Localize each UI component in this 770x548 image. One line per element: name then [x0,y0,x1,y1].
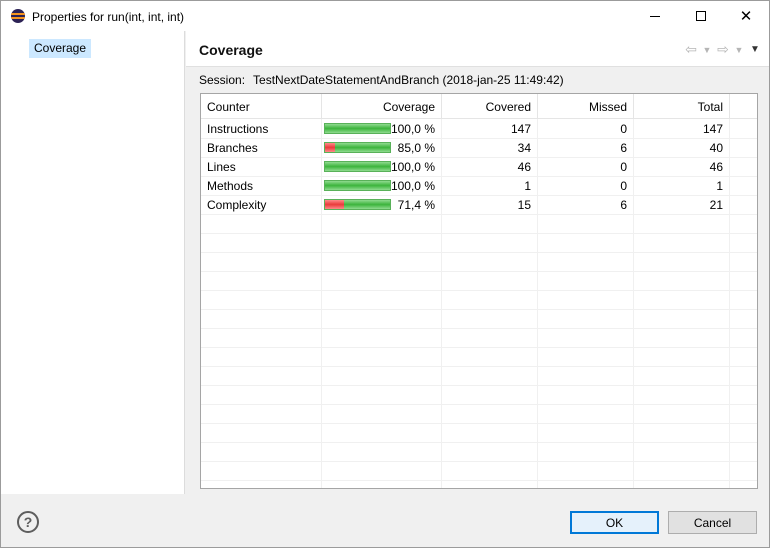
counter-cell: Instructions [207,122,269,136]
total-cell: 40 [709,141,723,155]
session-label: Session: [199,73,246,87]
header-separator [729,94,730,119]
covered-cell: 46 [517,160,531,174]
page-navigation: ⇦ ▼ ⇨ ▼ ▼ [683,41,763,58]
session-value: TestNextDateStatementAndBranch (2018-jan… [253,73,564,87]
coverage-bar [324,123,391,134]
coverage-bar [324,180,391,191]
eclipse-icon [11,9,25,23]
header-missed[interactable]: Missed [589,100,627,114]
coverage-bar [324,161,391,172]
close-button[interactable]: ✕ [723,1,769,31]
header-separator [321,94,322,119]
row-divider [201,480,757,481]
header-separator [441,94,442,119]
back-arrow-icon[interactable]: ⇦ [683,41,699,58]
table-row[interactable]: Branches 85,0 % 34 6 40 [201,139,757,158]
counter-cell: Lines [207,160,236,174]
coverage-bar-missed [325,200,344,209]
table-row[interactable]: Instructions 100,0 % 147 0 147 [201,120,757,139]
window-title: Properties for run(int, int, int) [32,10,185,24]
help-button[interactable]: ? [17,511,39,533]
properties-dialog: Properties for run(int, int, int) ✕ Cove… [0,0,770,548]
row-divider [201,328,757,329]
header-separator [633,94,634,119]
header-covered[interactable]: Covered [486,100,531,114]
maximize-button[interactable] [678,1,724,31]
coverage-table[interactable]: Counter Coverage Covered Missed Total In… [200,93,758,489]
table-row[interactable]: Methods 100,0 % 1 0 1 [201,177,757,196]
row-divider [201,385,757,386]
covered-cell: 34 [517,141,531,155]
covered-cell: 1 [524,179,531,193]
tree-item-coverage[interactable]: Coverage [29,39,92,58]
coverage-cell: 100,0 % [390,122,435,136]
counter-cell: Methods [207,179,254,193]
table-row[interactable]: Complexity 71,4 % 15 6 21 [201,196,757,215]
coverage-page: Coverage ⇦ ▼ ⇨ ▼ ▼ Session: TestNextDateS… [186,31,769,494]
counter-cell: Branches [207,141,258,155]
cancel-button[interactable]: Cancel [668,511,757,534]
header-separator [537,94,538,119]
back-dropdown-icon[interactable]: ▼ [701,45,713,55]
page-title: Coverage [199,42,263,58]
missed-cell: 0 [620,160,627,174]
row-divider [201,366,757,367]
row-divider [201,347,757,348]
coverage-cell: 85,0 % [397,141,435,155]
covered-cell: 147 [510,122,531,136]
properties-tree: Coverage [1,31,185,494]
counter-cell: Complexity [207,198,267,212]
missed-cell: 6 [620,141,627,155]
page-header: Coverage ⇦ ▼ ⇨ ▼ ▼ [186,31,769,67]
maximize-icon [696,11,706,21]
row-divider [201,461,757,462]
row-divider [201,442,757,443]
coverage-bar-missed [325,143,335,152]
table-row[interactable]: Lines 100,0 % 46 0 46 [201,158,757,177]
row-divider [201,252,757,253]
header-total[interactable]: Total [698,100,723,114]
missed-cell: 6 [620,198,627,212]
coverage-cell: 100,0 % [390,160,435,174]
view-menu-icon[interactable]: ▼ [747,44,763,55]
header-coverage[interactable]: Coverage [383,100,435,114]
close-icon: ✕ [739,7,753,25]
ok-button[interactable]: OK [570,511,659,534]
session-info: Session: TestNextDateStatementAndBranch (… [199,73,564,87]
missed-cell: 0 [620,179,627,193]
minimize-button[interactable] [632,1,678,31]
coverage-bar [324,142,391,153]
row-divider [201,271,757,272]
coverage-cell: 71,4 % [397,198,435,212]
missed-cell: 0 [620,122,627,136]
row-divider [201,290,757,291]
row-divider [201,423,757,424]
title-bar: Properties for run(int, int, int) ✕ [1,1,769,31]
total-cell: 21 [709,198,723,212]
row-divider [201,309,757,310]
coverage-bar [324,199,391,210]
forward-dropdown-icon[interactable]: ▼ [733,45,745,55]
help-icon: ? [23,514,33,530]
total-cell: 147 [702,122,723,136]
minimize-icon [650,15,660,17]
total-cell: 46 [709,160,723,174]
coverage-cell: 100,0 % [390,179,435,193]
row-divider [201,404,757,405]
row-divider [201,233,757,234]
covered-cell: 15 [517,198,531,212]
header-counter[interactable]: Counter [207,100,250,114]
table-header: Counter Coverage Covered Missed Total [201,94,757,119]
total-cell: 1 [716,179,723,193]
forward-arrow-icon[interactable]: ⇨ [715,41,731,58]
